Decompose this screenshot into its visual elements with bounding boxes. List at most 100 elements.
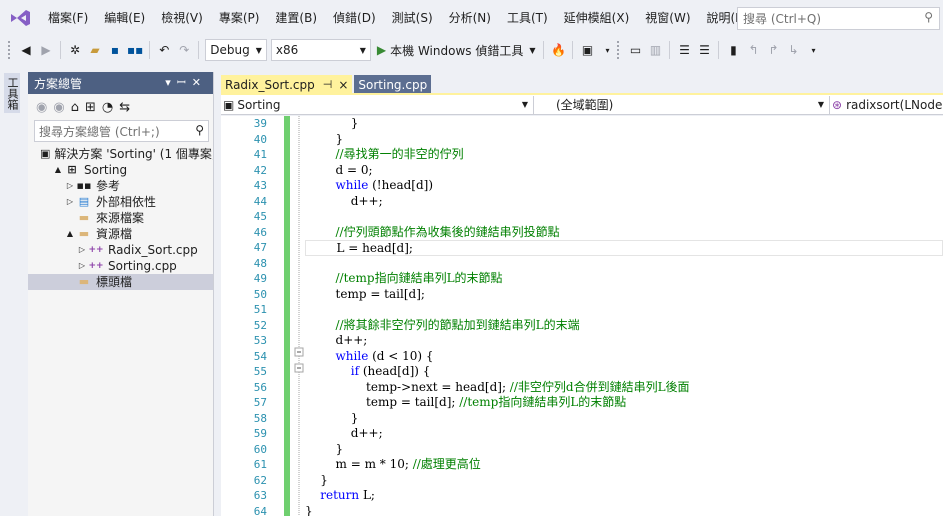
- toolbar-grip[interactable]: [8, 41, 12, 59]
- save-all-icon[interactable]: ▪▪: [127, 39, 143, 61]
- code-line[interactable]: }: [305, 116, 943, 132]
- tree-item[interactable]: ▷ ++ Radix_Sort.cpp: [28, 242, 213, 258]
- menu-item[interactable]: 測試(S): [384, 0, 441, 36]
- code-line[interactable]: }: [305, 132, 943, 148]
- code-line[interactable]: //尋找第一的非空的佇列: [305, 147, 943, 163]
- code-line[interactable]: }: [305, 411, 943, 427]
- overflow-icon[interactable]: ▾: [599, 39, 615, 61]
- close-icon[interactable]: ×: [338, 78, 348, 92]
- document-tab[interactable]: Sorting.cpp: [354, 75, 432, 94]
- menu-item[interactable]: 檔案(F): [40, 0, 96, 36]
- back-icon[interactable]: ◉: [36, 100, 47, 115]
- collapsed-arrow-icon[interactable]: ▷: [76, 242, 88, 258]
- configuration-select[interactable]: Debug ▼: [205, 39, 267, 61]
- toolbox-tab[interactable]: 工具箱: [4, 73, 20, 113]
- pin-icon[interactable]: ⊣: [323, 78, 333, 91]
- tree-item[interactable]: ▷ ++ Sorting.cpp: [28, 258, 213, 274]
- back-icon[interactable]: ◀: [18, 39, 34, 61]
- code-line[interactable]: //將其餘非空佇列的節點加到鏈結串列L的末端: [305, 318, 943, 334]
- undo-icon[interactable]: ↶: [156, 39, 172, 61]
- code-line[interactable]: while (!head[d]): [305, 178, 943, 194]
- tree-item[interactable]: ▣ 解決方案 'Sorting' (1 個專案,: [28, 146, 213, 162]
- hot-reload-icon[interactable]: 🔥: [550, 39, 566, 61]
- switch-views-icon[interactable]: ⊞: [85, 100, 96, 115]
- code-line[interactable]: //temp指向鏈結串列L的末節點: [305, 271, 943, 287]
- code-line[interactable]: //佇列頭節點作為收集後的鏈結串列投節點: [305, 225, 943, 241]
- pending-changes-icon[interactable]: ◔: [102, 100, 113, 115]
- new-project-icon[interactable]: ✲: [67, 39, 83, 61]
- tree-item[interactable]: ▲ ⊞ Sorting: [28, 162, 213, 178]
- close-icon[interactable]: ✕: [192, 76, 207, 89]
- tree-item[interactable]: ▬ 標頭檔: [28, 274, 213, 290]
- tree-item[interactable]: ▬ 來源檔案: [28, 210, 213, 226]
- menu-item[interactable]: 視窗(W): [637, 0, 698, 36]
- split-view-icon[interactable]: ▥: [647, 39, 663, 61]
- visual-studio-logo-icon[interactable]: [0, 0, 40, 36]
- indent-right-icon[interactable]: ☰: [696, 39, 712, 61]
- menu-item[interactable]: 分析(N): [441, 0, 499, 36]
- menu-item[interactable]: 專案(P): [211, 0, 268, 36]
- menu-item[interactable]: 工具(T): [499, 0, 556, 36]
- menu-item[interactable]: 建置(B): [267, 0, 325, 36]
- start-debugging-button[interactable]: ▶ 本機 Windows 偵錯工具 ▼: [373, 39, 540, 61]
- code-line[interactable]: [305, 302, 943, 318]
- prev-bookmark-icon[interactable]: ↰: [745, 39, 761, 61]
- screenshot-icon[interactable]: ▣: [579, 39, 595, 61]
- code-line[interactable]: temp->next = head[d]; //非空佇列d合併到鏈結串列L後面: [305, 380, 943, 396]
- member-scope-select[interactable]: ⊛ radixsort(LNode: [830, 96, 943, 114]
- overflow-icon[interactable]: ▾: [805, 39, 821, 61]
- search-icon[interactable]: ⚲: [924, 10, 933, 24]
- collapsed-arrow-icon[interactable]: ▷: [76, 258, 88, 274]
- code-line[interactable]: while (d < 10) {: [305, 349, 943, 365]
- code-line[interactable]: L = head[d];: [305, 240, 943, 256]
- code-line[interactable]: [305, 256, 943, 272]
- tree-item[interactable]: ▲ ▬ 資源檔: [28, 226, 213, 242]
- quick-launch-search[interactable]: 搜尋 (Ctrl+Q) ⚲: [737, 7, 940, 30]
- type-scope-select[interactable]: (全域範圍) ▼: [534, 95, 830, 114]
- sync-icon[interactable]: ⇆: [119, 100, 130, 115]
- code-line[interactable]: d = 0;: [305, 163, 943, 179]
- code-line[interactable]: temp = tail[d]; //temp指向鏈結串列L的末節點: [305, 395, 943, 411]
- code-line[interactable]: return L;: [305, 488, 943, 504]
- menu-item[interactable]: 編輯(E): [96, 0, 153, 36]
- solution-explorer-title-bar[interactable]: 方案總管 ▾ꟷ✕: [28, 72, 213, 94]
- collapsed-arrow-icon[interactable]: ▷: [64, 194, 76, 210]
- collapsed-arrow-icon[interactable]: ▷: [64, 178, 76, 194]
- solution-search-input[interactable]: 搜尋方案總管 (Ctrl+;) ⚲: [34, 120, 209, 142]
- forward-icon[interactable]: ◉: [53, 100, 64, 115]
- code-line[interactable]: }: [305, 442, 943, 458]
- panel-menu-icon[interactable]: ▾: [165, 76, 177, 89]
- bookmark-icon[interactable]: ▮: [725, 39, 741, 61]
- code-line[interactable]: [305, 209, 943, 225]
- search-icon[interactable]: ⚲: [195, 123, 204, 137]
- code-lines[interactable]: } } //尋找第一的非空的佇列 d = 0; while (!head[d])…: [305, 116, 943, 516]
- code-line[interactable]: if (head[d]) {: [305, 364, 943, 380]
- indent-left-icon[interactable]: ☰: [676, 39, 692, 61]
- tree-item[interactable]: ▷ ▪▪ 參考: [28, 178, 213, 194]
- save-icon[interactable]: ▪: [107, 39, 123, 61]
- code-line[interactable]: temp = tail[d];: [305, 287, 943, 303]
- expanded-arrow-icon[interactable]: ▲: [64, 226, 76, 242]
- document-tab[interactable]: Radix_Sort.cpp ⊣ ×: [221, 75, 353, 94]
- code-line[interactable]: m = m * 10; //處理更高位: [305, 457, 943, 473]
- project-scope-select[interactable]: ▣ Sorting ▼: [221, 95, 534, 114]
- expanded-arrow-icon[interactable]: ▲: [52, 162, 64, 178]
- clear-bookmarks-icon[interactable]: ↳: [785, 39, 801, 61]
- menu-item[interactable]: 延伸模組(X): [556, 0, 638, 36]
- redo-icon[interactable]: ↷: [176, 39, 192, 61]
- code-line[interactable]: }: [305, 504, 943, 516]
- toolbar-grip[interactable]: [617, 41, 621, 59]
- pin-icon[interactable]: ꟷ: [177, 76, 192, 89]
- code-line[interactable]: d++;: [305, 194, 943, 210]
- forward-icon[interactable]: ▶: [38, 39, 54, 61]
- code-line[interactable]: }: [305, 473, 943, 489]
- code-line[interactable]: d++;: [305, 426, 943, 442]
- open-file-icon[interactable]: ▰: [87, 39, 103, 61]
- menu-item[interactable]: 偵錯(D): [325, 0, 384, 36]
- code-editor[interactable]: 39 40 41 42 43 44 45 46 47 48 49 50 51 52 53 54 55 56 57 58…: [221, 116, 943, 516]
- code-line[interactable]: d++;: [305, 333, 943, 349]
- folder-view-icon[interactable]: ▭: [627, 39, 643, 61]
- platform-select[interactable]: x86 ▼: [270, 39, 371, 61]
- menu-item[interactable]: 檢視(V): [153, 0, 211, 36]
- tree-item[interactable]: ▷ ▤ 外部相依性: [28, 194, 213, 210]
